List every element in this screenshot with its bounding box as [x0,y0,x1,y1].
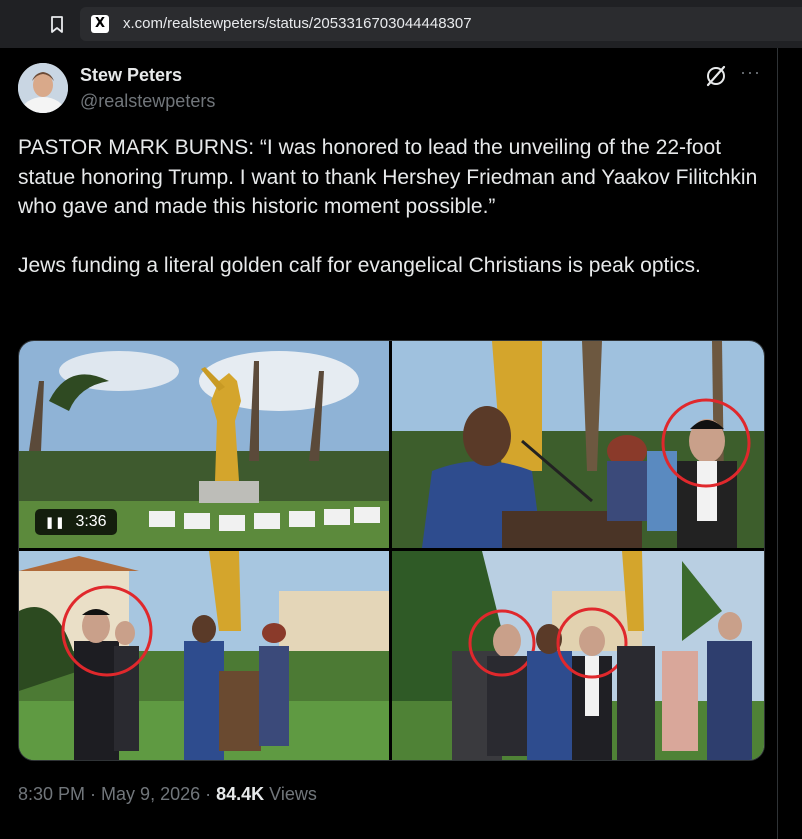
more-options-icon[interactable]: ··· [740,62,761,83]
video-thumbnail[interactable]: ❚❚ 3:36 [19,341,389,548]
tweet: Stew Peters @realstewpeters ··· PASTOR M… [0,48,778,839]
author-handle[interactable]: @realstewpeters [80,91,215,112]
media-grid: ❚❚ 3:36 [18,340,765,761]
views-label: Views [264,784,317,804]
x-logo-icon: X [91,15,109,33]
avatar[interactable] [18,63,68,113]
meta-separator: · [200,784,217,804]
url-text[interactable]: x.com/realstewpeters/status/205331670304… [123,15,472,32]
tweet-meta: 8:30 PM · May 9, 2026 · 84.4K Views [18,784,317,805]
scrollbar[interactable] [777,48,802,839]
tweet-text: PASTOR MARK BURNS: “I was honored to lea… [18,136,758,277]
pause-icon[interactable]: ❚❚ [45,510,65,536]
views-count: 84.4K [216,784,265,804]
tweet-date[interactable]: May 9, 2026 [101,784,200,804]
photo-4[interactable] [392,551,764,760]
video-duration-badge: ❚❚ 3:36 [35,509,117,535]
author-name[interactable]: Stew Peters [80,65,182,86]
meta-separator: · [85,784,102,804]
tweet-time[interactable]: 8:30 PM [18,784,85,804]
url-field[interactable]: X x.com/realstewpeters/status/2053316703… [80,7,802,41]
grok-icon[interactable] [704,64,728,88]
bookmark-icon[interactable] [50,16,64,34]
photo-3[interactable] [19,551,389,760]
browser-address-bar: X x.com/realstewpeters/status/2053316703… [0,0,802,49]
photo-2[interactable] [392,341,764,548]
video-duration: 3:36 [75,513,107,530]
